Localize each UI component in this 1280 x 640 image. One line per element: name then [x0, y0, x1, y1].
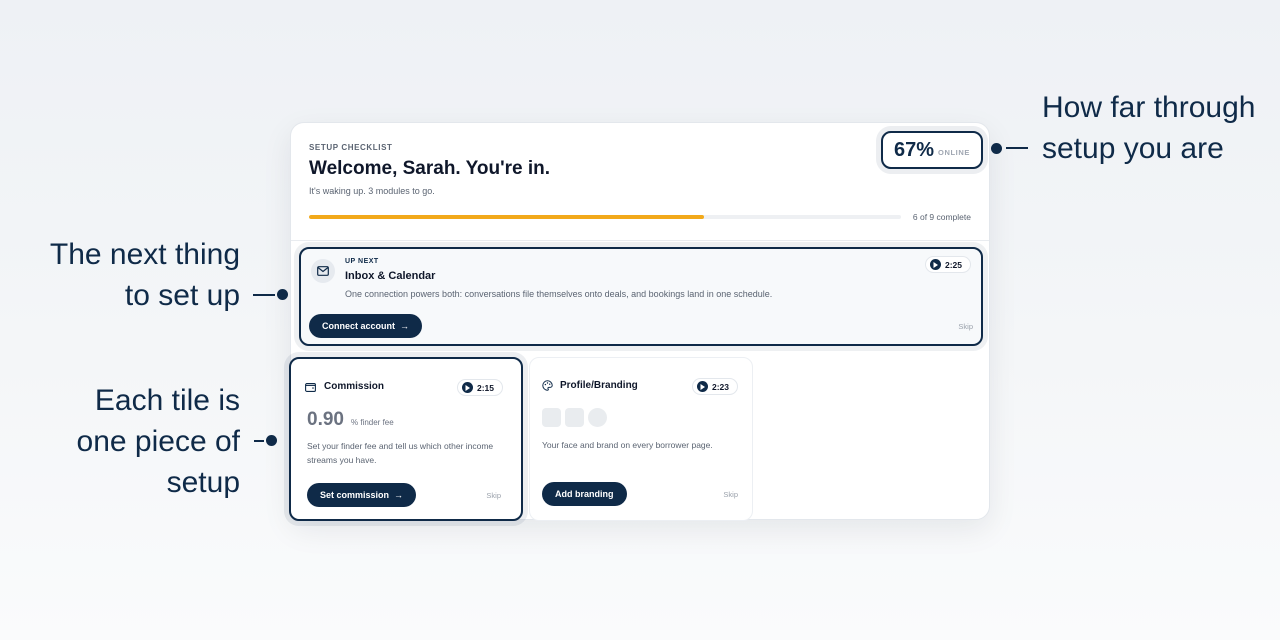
arrow-right-icon: → — [394, 490, 404, 500]
checklist-eyebrow: SETUP CHECKLIST — [309, 143, 393, 152]
profile-branding-tile: Profile/Branding 2:23 Your face and bran… — [529, 357, 753, 521]
progress-annotation: How far through setup you are — [1042, 91, 1256, 165]
video-duration-button[interactable]: 2:23 — [691, 378, 738, 395]
commission-tile: Commission 2:15 0.90 % finder fee Set yo… — [289, 357, 523, 521]
page-title: Welcome, Sarah. You're in. — [309, 158, 551, 179]
online-status: ONLINE — [938, 148, 970, 157]
button-label: Connect account — [322, 321, 396, 331]
callout-dot — [991, 143, 1002, 154]
palette-icon — [542, 378, 553, 396]
next-step-annotation: The next thing to set up — [49, 238, 240, 312]
logo-placeholder — [542, 408, 561, 427]
branding-placeholders — [542, 408, 607, 427]
checklist-subtitle: It's waking up. 3 modules to go. — [309, 186, 435, 196]
tile-description: Set your finder fee and tell us which ot… — [307, 441, 494, 465]
tile-description: Your face and brand on every borrower pa… — [542, 440, 713, 450]
up-next-description: One connection powers both: conversation… — [345, 289, 773, 299]
skip-link[interactable]: Skip — [723, 490, 738, 499]
progress-bar-fill — [309, 215, 704, 219]
up-next-title: Inbox & Calendar — [345, 270, 436, 282]
callout-dot — [277, 289, 288, 300]
duration-label: 2:25 — [944, 259, 962, 270]
finder-fee-value: 0.90 — [307, 409, 344, 430]
tile-title: Commission — [324, 381, 385, 392]
connect-account-button[interactable]: Connect account → — [309, 314, 423, 338]
callout-line — [1006, 147, 1028, 149]
tile-title: Profile/Branding — [560, 380, 638, 391]
add-branding-button[interactable]: Add branding — [542, 482, 627, 506]
play-icon — [929, 259, 941, 270]
button-label: Set commission — [320, 490, 390, 500]
play-icon — [696, 381, 708, 392]
set-commission-button[interactable]: Set commission → — [307, 483, 417, 507]
skip-link[interactable]: Skip — [486, 491, 501, 500]
skip-link[interactable]: Skip — [958, 322, 973, 331]
finder-fee-unit: % finder fee — [351, 418, 394, 427]
video-duration-button[interactable]: 2:25 — [924, 256, 971, 273]
callout-line — [253, 294, 275, 296]
button-label: Add branding — [555, 489, 614, 499]
callout-dot — [266, 435, 277, 446]
play-icon — [461, 382, 473, 393]
divider — [291, 240, 989, 241]
up-next-eyebrow: UP NEXT — [345, 258, 379, 265]
setup-checklist-card: SETUP CHECKLIST Welcome, Sarah. You're i… — [289, 122, 990, 521]
up-next-panel: UP NEXT Inbox & Calendar One connection … — [299, 247, 983, 346]
progress-label: 6 of 9 complete — [912, 212, 971, 222]
mail-icon — [311, 259, 335, 283]
tile-annotation: Each tile is one piece of setup — [76, 384, 240, 499]
duration-label: 2:23 — [711, 381, 729, 392]
callout-line — [254, 440, 264, 442]
arrow-right-icon: → — [400, 321, 410, 331]
percent-value: 67% — [894, 138, 935, 161]
wallet-icon — [305, 379, 316, 397]
progress-bar — [309, 215, 901, 219]
video-duration-button[interactable]: 2:15 — [456, 379, 503, 396]
avatar-placeholder — [588, 408, 607, 427]
percent-complete-badge: 67% ONLINE — [881, 131, 983, 169]
color-placeholder — [565, 408, 584, 427]
duration-label: 2:15 — [476, 382, 494, 393]
